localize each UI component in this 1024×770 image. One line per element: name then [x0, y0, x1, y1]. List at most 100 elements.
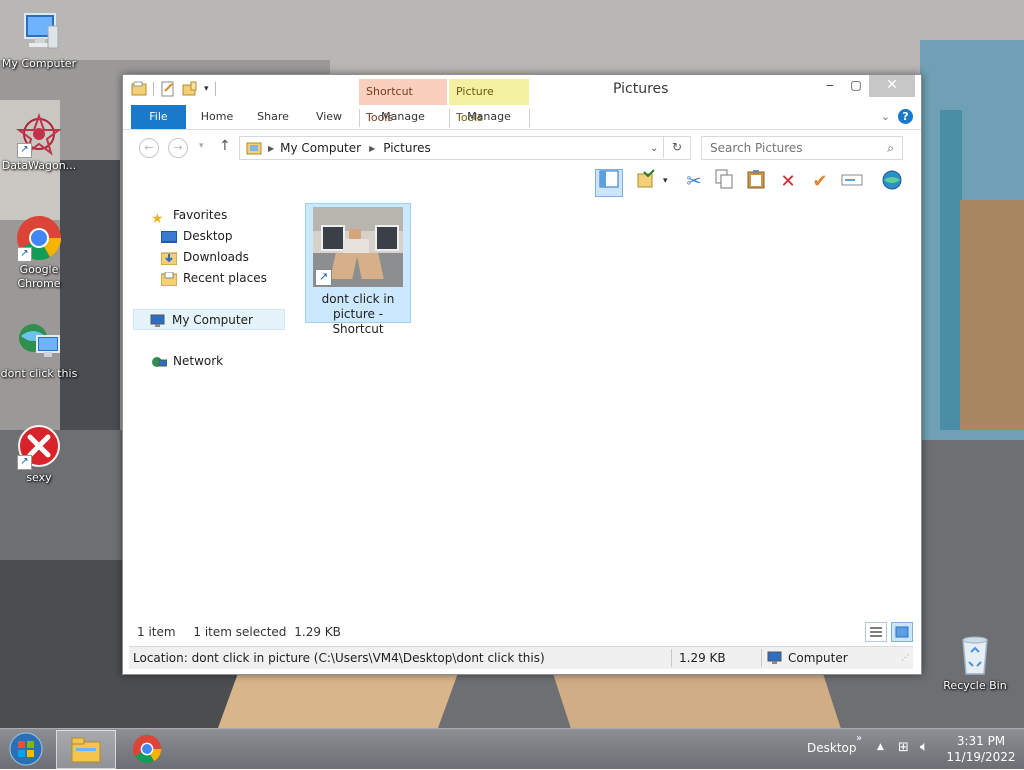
cut-button[interactable]: ✂	[681, 169, 707, 195]
clock-time: 3:31 PM	[956, 734, 1006, 748]
minimize-button[interactable]: ‒	[817, 75, 843, 97]
taskbar: Desktop » ▲ ⊞ 🔈︎ 3:31 PM 11/19/2022	[0, 728, 1024, 769]
computer-zone-icon	[767, 651, 782, 664]
file-name-line2: picture - Shortcut	[332, 307, 384, 336]
minimize-icon: ‒	[826, 78, 834, 92]
toolbar-chevron[interactable]: »	[856, 733, 862, 744]
preview-pane-button[interactable]	[595, 169, 623, 197]
qat-separator	[153, 82, 154, 96]
search-input[interactable]	[708, 140, 872, 156]
folder-check-button[interactable]	[633, 169, 659, 195]
close-button[interactable]: ✕	[869, 75, 915, 97]
desktop-icon	[161, 230, 177, 243]
clock[interactable]: 3:31 PM 11/19/2022	[946, 733, 1016, 765]
desktop-icon-recycle-bin[interactable]: Recycle Bin	[935, 630, 1015, 693]
tab-share[interactable]: Share	[247, 105, 299, 129]
desktop-icon-sexy[interactable]: ↗ sexy	[0, 422, 79, 485]
start-button[interactable]	[8, 731, 44, 767]
expand-ribbon-icon[interactable]: ⌄	[881, 110, 890, 123]
quick-access-toolbar: ▾	[131, 81, 216, 97]
tab-home[interactable]: Home	[191, 105, 243, 129]
folder-options-dropdown-icon[interactable]: ▾	[663, 176, 668, 186]
desktop-toolbar-label[interactable]: Desktop	[807, 741, 857, 755]
refresh-button[interactable]: ↻	[663, 136, 690, 158]
network-status-icon[interactable]: ⊞	[898, 740, 909, 755]
nav-network[interactable]: Network	[151, 351, 223, 372]
chrome-icon: ↗	[15, 214, 63, 262]
taskbar-chrome-button[interactable]	[130, 732, 164, 766]
maximize-button[interactable]: ▢	[843, 75, 869, 97]
window-menu-icon[interactable]	[131, 81, 147, 97]
help-icon[interactable]: ?	[898, 109, 913, 124]
nav-desktop[interactable]: Desktop	[161, 226, 233, 247]
paste-button[interactable]	[743, 169, 769, 195]
details-size: 1.29 KB	[679, 651, 726, 665]
breadcrumb-pictures[interactable]: Pictures	[383, 141, 431, 155]
desktop-icon-google-chrome[interactable]: ↗ Google Chrome	[0, 214, 79, 291]
desktop-icon-label: DataWagon...	[1, 159, 77, 172]
show-hidden-icons-icon[interactable]: ▲	[877, 742, 884, 752]
tab-view[interactable]: View	[303, 105, 355, 129]
tab-manage-picture[interactable]: Manage	[449, 105, 529, 129]
properties-icon[interactable]	[160, 81, 176, 97]
details-view-button[interactable]	[865, 622, 887, 642]
context-tab-picture-tools: Picture Tools	[449, 79, 529, 124]
desktop-icon-datawagon[interactable]: ↗ DataWagon...	[0, 110, 79, 173]
desktop-icon-my-computer[interactable]: My Computer	[0, 8, 79, 71]
taskbar-file-explorer-button[interactable]	[56, 730, 116, 769]
recent-locations-icon[interactable]: ▾	[199, 141, 204, 151]
file-item-shortcut[interactable]: ↗ dont click in picture - Shortcut	[305, 203, 411, 336]
back-button[interactable]: ←	[139, 138, 159, 158]
copy-button[interactable]	[711, 169, 737, 195]
large-icons-view-icon	[895, 626, 909, 638]
new-folder-icon[interactable]	[182, 81, 198, 97]
command-toolbar: ▾ ✂ ✕ ✔	[583, 167, 915, 197]
address-bar[interactable]: ▶ My Computer ▶ Pictures ⌄	[239, 136, 691, 160]
navigation-bar: ← → ▾ ↑ ▶ My Computer ▶ Pictures ⌄ ↻ ⌕	[123, 130, 921, 164]
nav-my-computer[interactable]: My Computer	[133, 309, 285, 330]
volume-icon[interactable]: 🔈︎	[920, 739, 928, 755]
breadcrumb-chevron-icon[interactable]: ▶	[268, 144, 274, 153]
desktop-icon-dont-click-this[interactable]: dont click this	[0, 318, 79, 381]
security-zone: Computer	[788, 651, 848, 665]
search-icon[interactable]: ⌕	[887, 137, 894, 159]
apply-button[interactable]: ✔	[807, 169, 833, 195]
nav-downloads[interactable]: Downloads	[161, 247, 249, 268]
nav-label: My Computer	[172, 313, 253, 327]
view-switcher	[865, 622, 913, 642]
rename-button[interactable]	[839, 169, 865, 195]
delete-button[interactable]: ✕	[775, 169, 801, 195]
datawagon-icon: ↗	[15, 110, 63, 158]
windows-orb-icon	[9, 732, 43, 766]
search-box[interactable]: ⌕	[701, 136, 903, 160]
desktop-icon-label: My Computer	[1, 57, 77, 70]
nav-label: Downloads	[183, 250, 249, 264]
file-list[interactable]: ↗ dont click in picture - Shortcut	[295, 199, 913, 619]
ribbon-tabs: File Home Share View Manage Manage ⌄ ?	[123, 105, 921, 130]
nav-label: Network	[173, 354, 224, 368]
breadcrumb-my-computer[interactable]: My Computer	[280, 141, 361, 155]
resize-grip-icon[interactable]: ⋰	[901, 647, 909, 669]
delete-x-icon: ✕	[780, 171, 796, 192]
large-icons-view-button[interactable]	[891, 622, 913, 642]
address-dropdown-icon[interactable]: ⌄	[650, 143, 658, 154]
customize-qat-icon[interactable]: ▾	[204, 84, 209, 94]
forward-button[interactable]: →	[168, 138, 188, 158]
title-bar[interactable]: ▾ Shortcut Tools Picture Tools Pictures …	[123, 75, 921, 124]
scissors-icon: ✂	[686, 171, 702, 192]
nav-favorites[interactable]: ★ Favorites	[151, 205, 227, 227]
bg-pillar-right	[940, 110, 962, 430]
downloads-folder-icon	[161, 252, 177, 265]
globe-button[interactable]	[879, 169, 905, 195]
desktop-icon-label: sexy	[26, 471, 52, 484]
bg-window-left	[60, 160, 120, 460]
item-count: 1 item	[137, 625, 176, 639]
up-button[interactable]: ↑	[219, 138, 231, 154]
explorer-window[interactable]: ▾ Shortcut Tools Picture Tools Pictures …	[122, 74, 922, 675]
nav-recent-places[interactable]: Recent places	[161, 268, 267, 289]
pane-layout-icon	[599, 170, 619, 188]
copy-icon	[715, 169, 733, 189]
tab-manage-shortcut[interactable]: Manage	[359, 105, 447, 129]
tab-file[interactable]: File	[131, 105, 186, 129]
breadcrumb-chevron-icon[interactable]: ▶	[369, 144, 375, 153]
